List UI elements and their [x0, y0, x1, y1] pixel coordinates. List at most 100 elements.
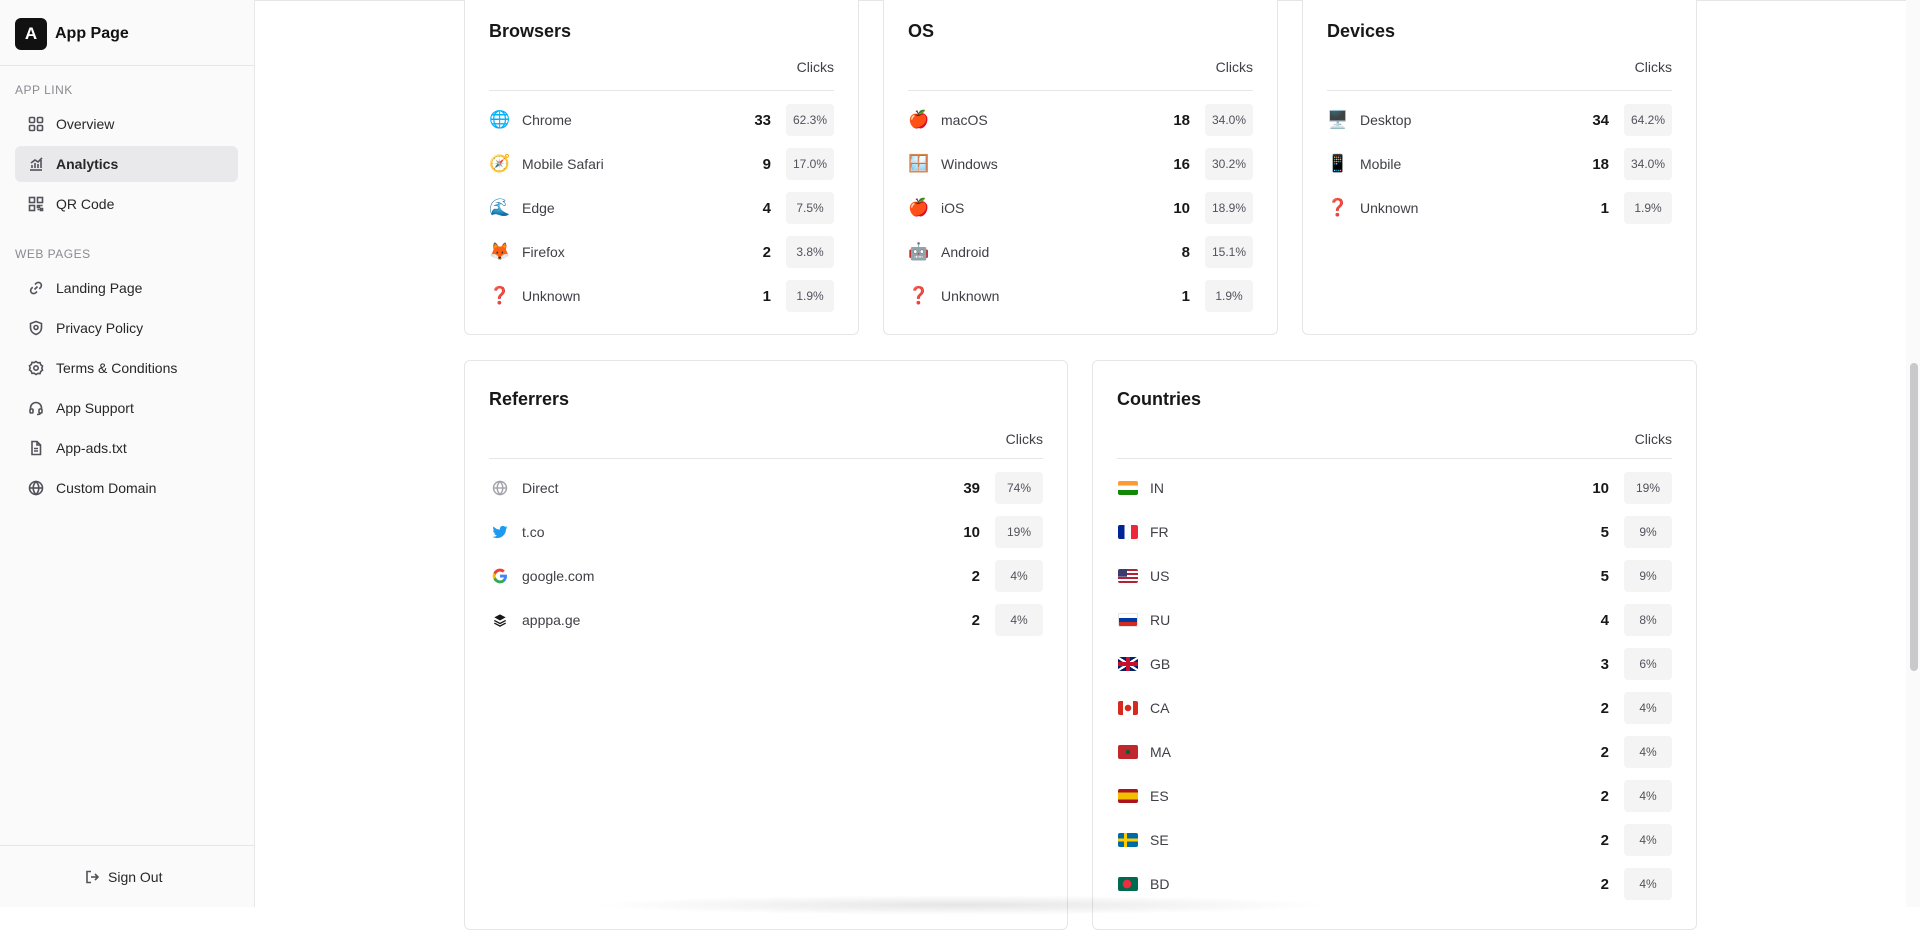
list-item[interactable]: google.com 2 4% [489, 554, 1043, 598]
list-item[interactable]: 🧭 Mobile Safari 9 17.0% [489, 142, 834, 186]
row-count: 5 [1600, 567, 1609, 585]
bottom-shadow [590, 895, 1330, 915]
sidebar-item-custom-domain[interactable]: Custom Domain [15, 470, 238, 506]
list-item[interactable]: 🍎 macOS 18 34.0% [908, 98, 1253, 142]
list-item[interactable]: RU 4 8% [1117, 598, 1672, 642]
row-percent: 19% [1624, 472, 1672, 504]
headset-icon [28, 400, 44, 416]
row-percent: 17.0% [786, 148, 834, 180]
row-count: 5 [1600, 523, 1609, 541]
row-count: 2 [971, 567, 980, 585]
row-percent: 18.9% [1205, 192, 1253, 224]
file-icon [28, 440, 44, 456]
row-count: 10 [1592, 479, 1609, 497]
list-item[interactable]: IN 10 19% [1117, 466, 1672, 510]
row-percent: 4% [1624, 780, 1672, 812]
scrollbar[interactable] [1906, 0, 1920, 907]
bangladesh-flag-icon [1117, 873, 1139, 895]
divider [0, 845, 254, 846]
sidebar-item-overview[interactable]: Overview [15, 106, 238, 142]
canada-flag-icon [1117, 697, 1139, 719]
card-title: Countries [1117, 389, 1202, 409]
edge-icon: 🌊 [489, 198, 511, 217]
sidebar-item-analytics[interactable]: Analytics [15, 146, 238, 182]
brand[interactable]: A App Page [15, 18, 129, 50]
divider [1327, 90, 1672, 91]
row-percent: 74% [995, 472, 1043, 504]
scrollbar-thumb[interactable] [1910, 363, 1918, 671]
row-label: RU [1150, 612, 1171, 628]
robot-icon: 🤖 [908, 242, 930, 261]
row-label: CA [1150, 700, 1170, 716]
row-count: 18 [1173, 111, 1190, 129]
list-item[interactable]: 📱 Mobile 18 34.0% [1327, 142, 1672, 186]
list-item[interactable]: 🌐 Chrome 33 62.3% [489, 98, 834, 142]
countries-card: Countries Clicks IN 10 19% FR 5 9% US 5 9% RU 4… [1092, 360, 1697, 930]
list-item[interactable]: SE 2 4% [1117, 818, 1672, 862]
list-item[interactable]: ❓ Unknown 1 1.9% [489, 274, 834, 318]
clicks-header: Clicks [1215, 59, 1253, 75]
list-item[interactable]: apppa.ge 2 4% [489, 598, 1043, 642]
list-item[interactable]: MA 2 4% [1117, 730, 1672, 774]
list-item[interactable]: GB 3 6% [1117, 642, 1672, 686]
list-item[interactable]: 🌊 Edge 4 7.5% [489, 186, 834, 230]
row-label: google.com [522, 568, 595, 584]
sidebar-item-app-support[interactable]: App Support [15, 390, 238, 426]
sidebar-item-privacy-policy[interactable]: Privacy Policy [15, 310, 238, 346]
sign-out-button[interactable]: Sign Out [84, 869, 162, 885]
spain-flag-icon [1117, 785, 1139, 807]
row-label: Android [941, 244, 990, 260]
row-percent: 64.2% [1624, 104, 1672, 136]
sidebar-item-label: Privacy Policy [56, 320, 144, 336]
row-count: 2 [1600, 831, 1609, 849]
referrers-card: Referrers Clicks Direct 39 74% t.co 10 19% g… [464, 360, 1068, 930]
row-percent: 7.5% [786, 192, 834, 224]
list-item[interactable]: Direct 39 74% [489, 466, 1043, 510]
list-item[interactable]: 🍎 iOS 10 18.9% [908, 186, 1253, 230]
desktop-icon: 🖥️ [1327, 110, 1349, 129]
row-label: Direct [522, 480, 559, 496]
row-percent: 1.9% [786, 280, 834, 312]
sidebar: A App Page APP LINK Overview Analytics Q… [0, 0, 255, 907]
list-item[interactable]: CA 2 4% [1117, 686, 1672, 730]
list-item[interactable]: ES 2 4% [1117, 774, 1672, 818]
sign-out-label: Sign Out [108, 869, 163, 885]
row-percent: 4% [1624, 692, 1672, 724]
globe-icon [489, 477, 511, 499]
row-label: Firefox [522, 244, 565, 260]
list-item[interactable]: FR 5 9% [1117, 510, 1672, 554]
sidebar-item-app-ads-txt[interactable]: App-ads.txt [15, 430, 238, 466]
google-icon [489, 565, 511, 587]
sidebar-item-terms-conditions[interactable]: Terms & Conditions [15, 350, 238, 386]
sidebar-item-landing-page[interactable]: Landing Page [15, 270, 238, 306]
list-item[interactable]: t.co 10 19% [489, 510, 1043, 554]
row-count: 2 [1600, 699, 1609, 717]
chart-icon [28, 156, 44, 172]
card-title: Devices [1327, 21, 1396, 41]
badge-icon [28, 360, 44, 376]
row-percent: 19% [995, 516, 1043, 548]
row-count: 2 [1600, 743, 1609, 761]
question-icon: ❓ [908, 286, 930, 305]
divider [489, 458, 1043, 459]
row-label: IN [1150, 480, 1164, 496]
mobile-icon: 📱 [1327, 154, 1349, 173]
row-label: Unknown [1360, 200, 1419, 216]
list-item[interactable]: ❓ Unknown 1 1.9% [908, 274, 1253, 318]
row-count: 4 [762, 199, 771, 217]
list-item[interactable]: 🤖 Android 8 15.1% [908, 230, 1253, 274]
row-label: Unknown [522, 288, 581, 304]
list-item[interactable]: 🖥️ Desktop 34 64.2% [1327, 98, 1672, 142]
list-item[interactable]: US 5 9% [1117, 554, 1672, 598]
list-item[interactable]: 🪟 Windows 16 30.2% [908, 142, 1253, 186]
row-percent: 9% [1624, 560, 1672, 592]
globe-icon [28, 480, 44, 496]
sidebar-item-label: Custom Domain [56, 480, 157, 496]
sidebar-item-label: App Support [56, 400, 134, 416]
list-item[interactable]: ❓ Unknown 1 1.9% [1327, 186, 1672, 230]
sidebar-item-qr-code[interactable]: QR Code [15, 186, 238, 222]
list-item[interactable]: 🦊 Firefox 2 3.8% [489, 230, 834, 274]
usa-flag-icon [1117, 565, 1139, 587]
card-title: Referrers [489, 389, 570, 409]
browsers-card: Browsers Clicks 🌐 Chrome 33 62.3% 🧭 Mobile S… [464, 0, 859, 335]
